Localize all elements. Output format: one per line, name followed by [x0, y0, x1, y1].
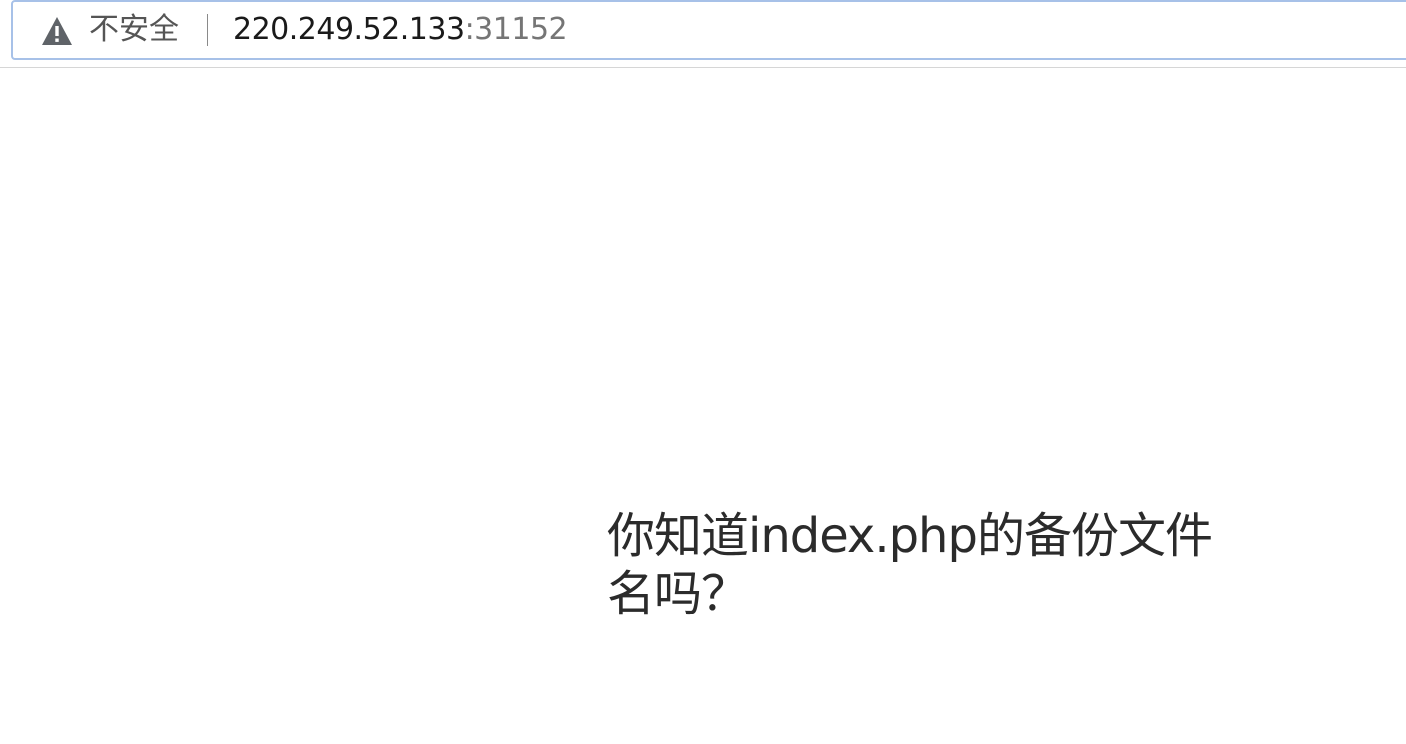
url-text[interactable]: 220.249.52.133:31152 [233, 10, 568, 50]
warning-triangle-icon[interactable] [41, 16, 73, 46]
page-content: 你知道index.php的备份文件名吗？ [0, 69, 1406, 744]
browser-toolbar: 不安全 220.249.52.133:31152 [0, 0, 1406, 68]
address-bar[interactable]: 不安全 220.249.52.133:31152 [11, 0, 1406, 60]
address-bar-divider [207, 14, 208, 46]
url-port[interactable]: :31152 [465, 12, 568, 47]
url-host[interactable]: 220.249.52.133 [233, 12, 465, 47]
security-status-label[interactable]: 不安全 [89, 10, 179, 50]
page-message: 你知道index.php的备份文件名吗？ [607, 508, 1213, 622]
